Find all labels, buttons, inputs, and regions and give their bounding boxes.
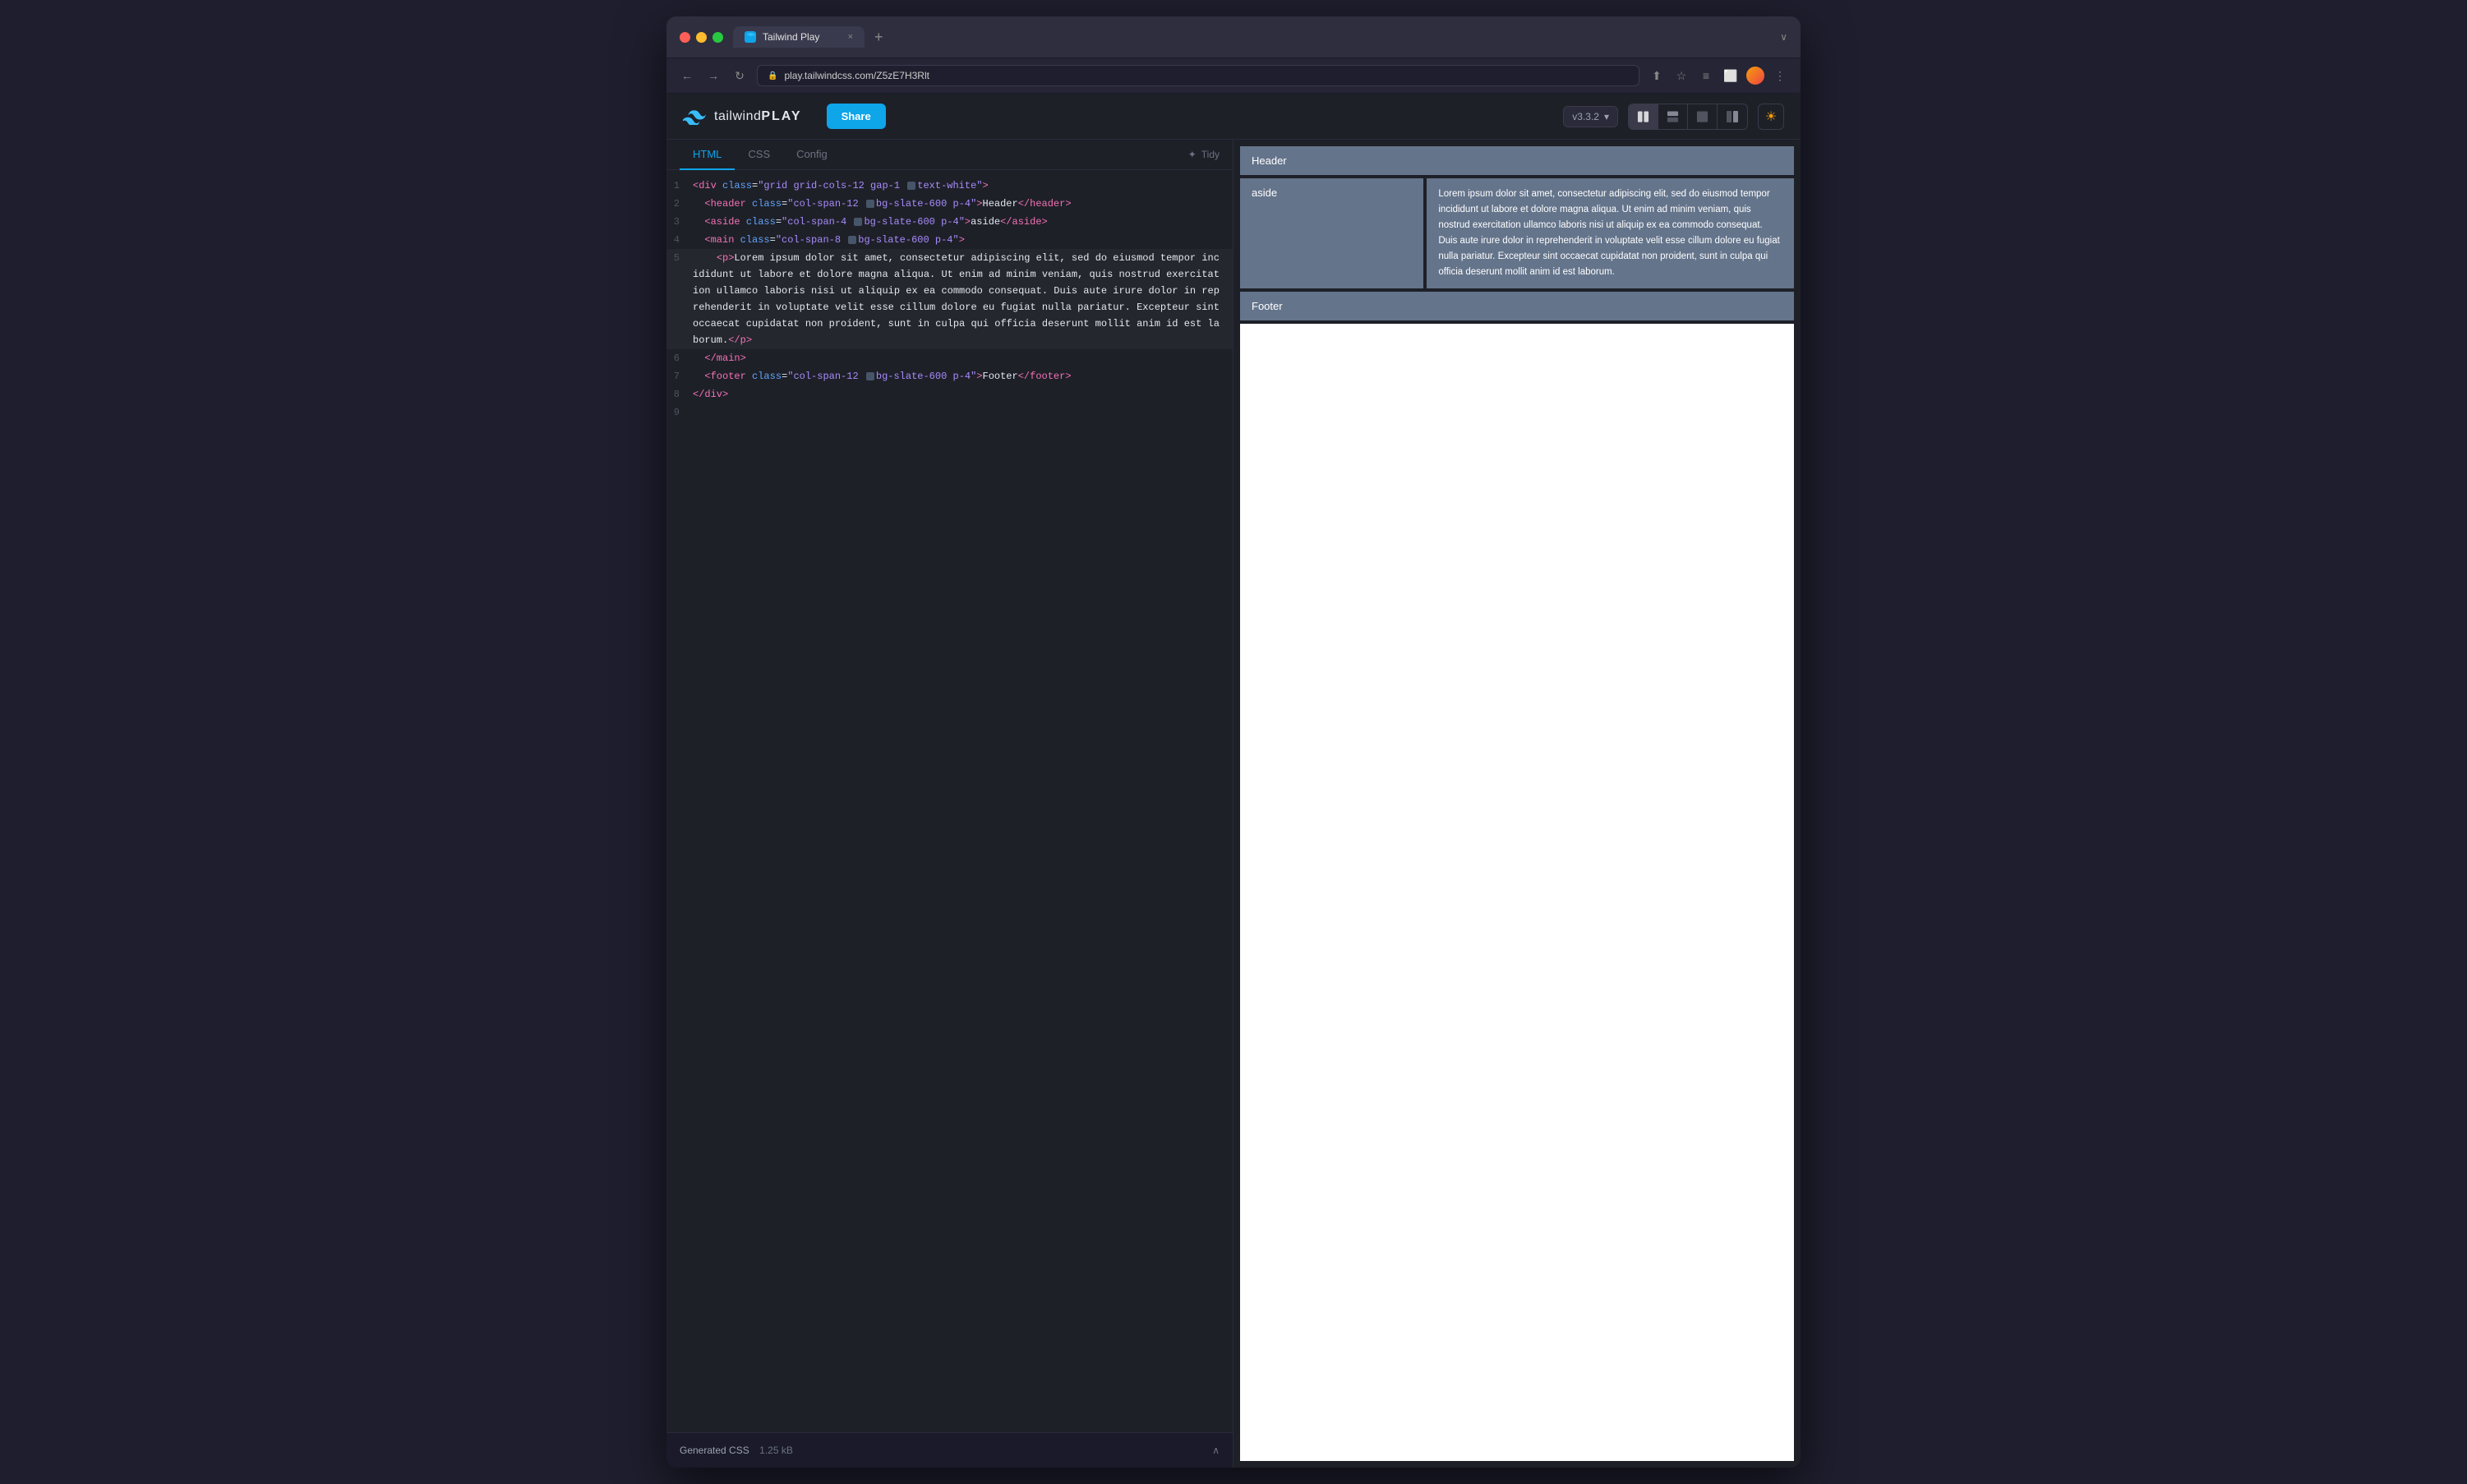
editor-tabs: HTML CSS Config ✦ Tidy — [666, 140, 1233, 170]
browser-window: Tailwind Play × + ∨ ← → ↻ 🔒 play.tailwin… — [666, 16, 1801, 1468]
nav-actions: ⬆ ☆ ≡ ⬜ ⋮ — [1648, 67, 1789, 85]
address-text: play.tailwindcss.com/Z5zE7H3Rlt — [784, 70, 929, 81]
layout-btn-bottom[interactable] — [1718, 104, 1747, 129]
tailwind-logo-icon — [683, 108, 706, 125]
back-btn[interactable]: ← — [678, 67, 696, 85]
more-btn[interactable]: ⋮ — [1771, 67, 1789, 85]
line-content-2: <header class="col-span-12 bg-slate-600 … — [693, 196, 1233, 212]
preview-header: Header — [1240, 146, 1794, 175]
browser-titlebar: Tailwind Play × + ∨ — [666, 16, 1801, 58]
new-tab-btn[interactable]: + — [869, 29, 888, 46]
line-num-7: 7 — [666, 368, 693, 385]
line-content-3: <aside class="col-span-4 bg-slate-600 p-… — [693, 214, 1233, 230]
line-num-1: 1 — [666, 177, 693, 194]
close-traffic-light[interactable] — [680, 32, 690, 43]
tab-expand-btn[interactable]: ∨ — [1780, 31, 1787, 43]
line-content-5: <p>Lorem ipsum dolor sit amet, consectet… — [693, 250, 1233, 348]
maximize-traffic-light[interactable] — [712, 32, 723, 43]
code-line-3: 3 <aside class="col-span-4 bg-slate-600 … — [666, 213, 1233, 231]
preview-scroll-area[interactable]: Header aside Lorem ipsum dolor sit amet,… — [1234, 140, 1801, 1468]
line-num-4: 4 — [666, 232, 693, 248]
tab-close-btn[interactable]: × — [848, 33, 853, 42]
editor-panel: HTML CSS Config ✦ Tidy 1 <div class="gri… — [666, 140, 1234, 1468]
app-header: tailwindPLAY Share v3.3.2 ▾ — [666, 94, 1801, 140]
generated-css-label: Generated CSS — [680, 1445, 749, 1456]
code-line-1: 1 <div class="grid grid-cols-12 gap-1 te… — [666, 177, 1233, 195]
share-button[interactable]: Share — [827, 104, 886, 129]
lock-icon: 🔒 — [768, 71, 777, 81]
layout-btn-top[interactable] — [1658, 104, 1688, 129]
refresh-btn[interactable]: ↻ — [731, 67, 749, 85]
forward-btn[interactable]: → — [704, 67, 722, 85]
user-avatar[interactable] — [1746, 67, 1764, 85]
theme-toggle-btn[interactable]: ☀ — [1758, 104, 1784, 130]
refresh-icon: ↻ — [735, 69, 745, 83]
layout-btn-split[interactable] — [1629, 104, 1658, 129]
preview-footer: Footer — [1240, 292, 1794, 320]
browser-navbar: ← → ↻ 🔒 play.tailwindcss.com/Z5zE7H3Rlt … — [666, 58, 1801, 94]
traffic-lights — [680, 32, 723, 43]
version-text: v3.3.2 — [1572, 111, 1599, 122]
line-content-1: <div class="grid grid-cols-12 gap-1 text… — [693, 177, 1233, 194]
code-line-9: 9 — [666, 403, 1233, 422]
line-num-9: 9 — [666, 404, 693, 421]
line-content-6: </main> — [693, 350, 1233, 366]
line-num-6: 6 — [666, 350, 693, 366]
logo-play-text: PLAY — [761, 109, 801, 123]
header-right: v3.3.2 ▾ — [1563, 104, 1784, 130]
generated-css-bar: Generated CSS 1.25 kB ∧ — [666, 1432, 1233, 1468]
tab-title: Tailwind Play — [763, 31, 842, 43]
line-content-4: <main class="col-span-8 bg-slate-600 p-4… — [693, 232, 1233, 248]
tab-config[interactable]: Config — [783, 140, 841, 170]
logo-tailwind-text: tailwind — [714, 109, 761, 123]
forward-icon: → — [708, 69, 719, 82]
share-nav-btn[interactable]: ⬆ — [1648, 67, 1666, 85]
logo-text: tailwindPLAY — [714, 109, 802, 124]
code-line-8: 8 </div> — [666, 385, 1233, 403]
browser-tab-active[interactable]: Tailwind Play × — [733, 26, 865, 48]
tidy-label: Tidy — [1201, 149, 1220, 160]
main-content: HTML CSS Config ✦ Tidy 1 <div class="gri… — [666, 140, 1801, 1468]
tab-html[interactable]: HTML — [680, 140, 735, 170]
rendered-preview: Header aside Lorem ipsum dolor sit amet,… — [1234, 140, 1801, 1468]
line-num-8: 8 — [666, 386, 693, 403]
layout-buttons — [1628, 104, 1748, 130]
generated-css-info: Generated CSS 1.25 kB — [680, 1443, 793, 1458]
reading-list-btn[interactable]: ≡ — [1697, 67, 1715, 85]
preview-panel: Header aside Lorem ipsum dolor sit amet,… — [1234, 140, 1801, 1468]
line-num-3: 3 — [666, 214, 693, 230]
line-num-5: 5 — [666, 250, 693, 266]
code-line-4: 4 <main class="col-span-8 bg-slate-600 p… — [666, 231, 1233, 249]
generated-css-size: 1.25 kB — [759, 1445, 793, 1456]
line-num-2: 2 — [666, 196, 693, 212]
version-badge[interactable]: v3.3.2 ▾ — [1563, 106, 1618, 127]
bookmark-btn[interactable]: ☆ — [1672, 67, 1690, 85]
minimize-traffic-light[interactable] — [696, 32, 707, 43]
tidy-icon: ✦ — [1188, 149, 1197, 160]
editor-code-area[interactable]: 1 <div class="grid grid-cols-12 gap-1 te… — [666, 170, 1233, 1432]
tab-css[interactable]: CSS — [735, 140, 783, 170]
address-bar[interactable]: 🔒 play.tailwindcss.com/Z5zE7H3Rlt — [757, 65, 1639, 86]
layout-btn-right[interactable] — [1688, 104, 1718, 129]
line-content-8: </div> — [693, 386, 1233, 403]
line-content-7: <footer class="col-span-12 bg-slate-600 … — [693, 368, 1233, 385]
tab-favicon — [745, 31, 756, 43]
preview-white-area — [1240, 324, 1794, 1461]
back-icon: ← — [681, 69, 693, 82]
preview-body: aside Lorem ipsum dolor sit amet, consec… — [1240, 178, 1794, 288]
split-view-btn[interactable]: ⬜ — [1722, 67, 1740, 85]
preview-aside: aside — [1240, 178, 1423, 288]
code-line-6: 6 </main> — [666, 349, 1233, 367]
code-line-5: 5 <p>Lorem ipsum dolor sit amet, consect… — [666, 249, 1233, 349]
code-line-7: 7 <footer class="col-span-12 bg-slate-60… — [666, 367, 1233, 385]
version-chevron-icon: ▾ — [1604, 111, 1609, 122]
generated-css-toggle-btn[interactable]: ∧ — [1212, 1445, 1220, 1456]
tidy-button[interactable]: ✦ Tidy — [1188, 140, 1220, 169]
logo-area: tailwindPLAY Share — [683, 104, 886, 129]
tab-bar: Tailwind Play × + ∨ — [733, 26, 1787, 48]
code-line-2: 2 <header class="col-span-12 bg-slate-60… — [666, 195, 1233, 213]
preview-main: Lorem ipsum dolor sit amet, consectetur … — [1427, 178, 1794, 288]
